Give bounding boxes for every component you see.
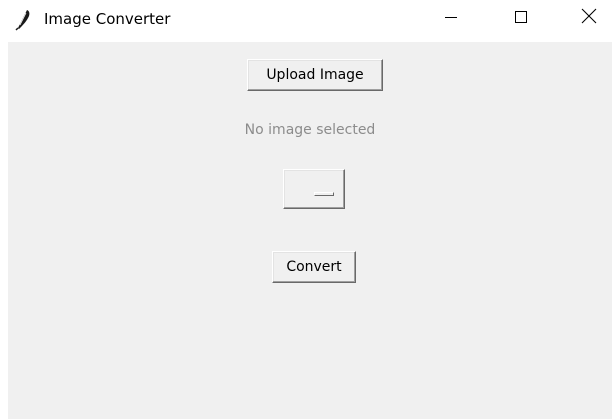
window-title: Image Converter (44, 10, 171, 28)
title-bar[interactable]: Image Converter (0, 0, 612, 42)
maximize-icon (514, 9, 528, 28)
close-button[interactable] (566, 0, 612, 36)
status-label: No image selected (244, 122, 376, 138)
app-window: Image Converter Upload Image No image se… (0, 0, 612, 419)
close-icon (581, 8, 597, 28)
maximize-button[interactable] (498, 0, 544, 36)
upload-image-button[interactable]: Upload Image (247, 59, 383, 91)
feather-icon (14, 9, 32, 31)
format-option-menu[interactable] (283, 169, 345, 209)
dropdown-indicator-icon (314, 192, 334, 196)
main-panel: Upload Image No image selected Convert (8, 42, 612, 419)
minimize-icon (444, 9, 458, 28)
minimize-button[interactable] (428, 0, 474, 36)
convert-button[interactable]: Convert (272, 251, 356, 283)
